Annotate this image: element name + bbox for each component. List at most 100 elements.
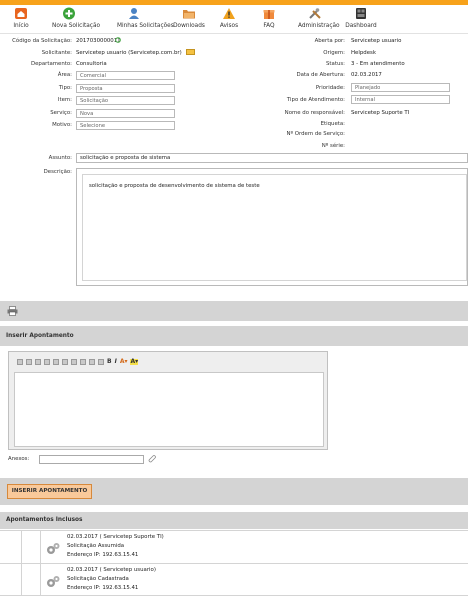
- mail-icon[interactable]: [186, 49, 195, 55]
- descricao-textarea[interactable]: solicitação e proposta de desenvolviment…: [82, 174, 467, 281]
- apontamento-row: 02.03.2017 ( Servicetep usuario) Solicit…: [0, 563, 468, 596]
- print-icon[interactable]: [7, 306, 18, 316]
- prioridade-label: Prioridade:: [315, 85, 345, 91]
- data-abertura-value: 02.03.2017: [351, 72, 382, 78]
- row-cell: [0, 564, 22, 595]
- cut-icon[interactable]: [17, 359, 23, 365]
- departamento-value: Consultoria: [76, 61, 107, 67]
- toolbar-avisos[interactable]: Avisos: [212, 7, 246, 29]
- origem-value: Helpdesk: [351, 50, 376, 56]
- toolbar-nova-solicitacao-label: Nova Solicitação: [52, 23, 101, 29]
- apontamento-header: 02.03.2017 ( Servicetep usuario): [67, 567, 156, 573]
- descricao-box: solicitação e proposta de desenvolviment…: [76, 168, 468, 286]
- status-value: 3 - Em atendimento: [351, 61, 405, 67]
- find-icon[interactable]: [71, 359, 77, 365]
- anexos-label: Anexos:: [8, 456, 30, 462]
- responsavel-label: Nome do responsável:: [284, 110, 345, 116]
- apontamentos-inclusos-title: Apontamentos Inclusos: [6, 517, 83, 523]
- replace-icon[interactable]: [80, 359, 86, 365]
- home-icon: [15, 8, 27, 19]
- apontamento-address: Endereço IP: 192.63.15.41: [67, 552, 139, 558]
- toolbar-minhas-solicitacoes[interactable]: Minhas Solicitações: [117, 7, 174, 29]
- status-label: Status:: [326, 61, 345, 67]
- italic-icon[interactable]: I: [115, 359, 117, 365]
- toolbar-administracao-label: Administração: [298, 23, 340, 29]
- toolbar-dashboard-label: Dashboard: [345, 23, 377, 29]
- motivo-select[interactable]: Selecione: [76, 121, 175, 130]
- item-label: Item:: [57, 97, 72, 103]
- aberta-por-value: Servicetep usuario: [351, 38, 402, 44]
- apontamento-header: 02.03.2017 ( Servicetep Suporte TI): [67, 534, 164, 540]
- user-icon: [129, 8, 139, 19]
- numbered-list-icon[interactable]: [53, 359, 59, 365]
- add-icon: [63, 7, 75, 20]
- apontamento-address: Endereço IP: 192.63.15.41: [67, 585, 139, 591]
- toolbar-administracao[interactable]: Administração: [298, 7, 340, 29]
- text-color-icon[interactable]: A▾: [120, 359, 128, 365]
- responsavel-value: Servicetep Suporte TI: [351, 110, 410, 116]
- tools-icon: [309, 8, 321, 19]
- gear-icon: [47, 576, 60, 587]
- inserir-apontamento-button[interactable]: INSERIR APONTAMENTO: [7, 484, 92, 499]
- tipo-label: Tipo:: [58, 85, 72, 91]
- prioridade-select[interactable]: Planejado: [351, 83, 450, 92]
- codigo-label: Código da Solicitação:: [12, 38, 72, 44]
- toolbar-dashboard[interactable]: Dashboard: [344, 7, 378, 29]
- toolbar-home-label: Início: [13, 23, 29, 29]
- inserir-apontamento-title: Inserir Apontamento: [6, 333, 74, 339]
- toolbar-downloads[interactable]: Downloads: [172, 7, 206, 29]
- print-band: [0, 301, 468, 321]
- table-icon[interactable]: [89, 359, 95, 365]
- tipo-select[interactable]: Proposta: [76, 84, 175, 93]
- ordem-servico-label: Nº Ordem de Serviço:: [286, 131, 345, 137]
- gift-icon: [263, 10, 275, 19]
- apontamento-action: Solicitação Assumida: [67, 543, 125, 549]
- editor-content-area[interactable]: [14, 372, 324, 447]
- tipo-atendimento-select[interactable]: Internal: [351, 95, 450, 104]
- apontamento-row: 02.03.2017 ( Servicetep Suporte TI) Soli…: [0, 530, 468, 563]
- descricao-label: Descrição:: [43, 169, 72, 175]
- area-select[interactable]: Comercial: [76, 71, 175, 80]
- inserir-apontamento-band: Inserir Apontamento: [0, 326, 468, 346]
- copy-icon[interactable]: [26, 359, 32, 365]
- refresh-icon[interactable]: [115, 37, 121, 43]
- solicitante-value: Servicetep usuario (Servicetep.com.br): [76, 50, 182, 56]
- row-cell: [0, 531, 22, 563]
- assunto-input[interactable]: solicitação e proposta de sistema: [76, 153, 468, 163]
- bold-icon[interactable]: B: [107, 359, 112, 365]
- tipo-atendimento-label: Tipo de Atendimento:: [286, 97, 345, 103]
- origem-label: Origem:: [323, 50, 345, 56]
- editor-toolbar: B I A▾ A▾: [13, 356, 325, 368]
- anexos-file-input[interactable]: [39, 455, 144, 464]
- motivo-label: Motivo:: [52, 122, 72, 128]
- main-toolbar: Início Nova Solicitação Minhas Solicitaç…: [0, 5, 468, 34]
- assunto-label: Assunto:: [48, 155, 72, 161]
- rich-text-editor: B I A▾ A▾: [8, 351, 328, 450]
- image-icon[interactable]: [98, 359, 104, 365]
- attach-icon[interactable]: [148, 455, 157, 464]
- toolbar-nova-solicitacao[interactable]: Nova Solicitação: [52, 7, 101, 29]
- aberta-por-label: Aberta por:: [314, 38, 345, 44]
- etiqueta-label: Etiqueta:: [320, 121, 345, 127]
- servico-label: Serviço:: [50, 110, 72, 116]
- serie-label: Nº série:: [321, 143, 345, 149]
- apontamentos-inclusos-band: Apontamentos Inclusos: [0, 512, 468, 529]
- paste-text-icon[interactable]: [44, 359, 50, 365]
- gear-icon: [47, 543, 60, 554]
- folder-icon: [183, 10, 195, 19]
- row-cell: [22, 564, 41, 595]
- toolbar-avisos-label: Avisos: [219, 23, 239, 29]
- toolbar-faq[interactable]: FAQ: [252, 7, 286, 29]
- highlight-color-icon[interactable]: A▾: [130, 359, 139, 365]
- data-abertura-label: Data de Abertura:: [296, 72, 345, 78]
- toolbar-minhas-solicitacoes-label: Minhas Solicitações: [117, 23, 174, 29]
- bullet-list-icon[interactable]: [62, 359, 68, 365]
- toolbar-home[interactable]: Início: [4, 7, 38, 29]
- item-select[interactable]: Solicitação: [76, 96, 175, 105]
- area-label: Área:: [57, 72, 72, 78]
- codigo-value: 2017030000011: [76, 38, 121, 44]
- row-cell: [22, 531, 41, 563]
- servico-select[interactable]: Nova: [76, 109, 175, 118]
- paste-icon[interactable]: [35, 359, 41, 365]
- toolbar-faq-label: FAQ: [263, 23, 275, 29]
